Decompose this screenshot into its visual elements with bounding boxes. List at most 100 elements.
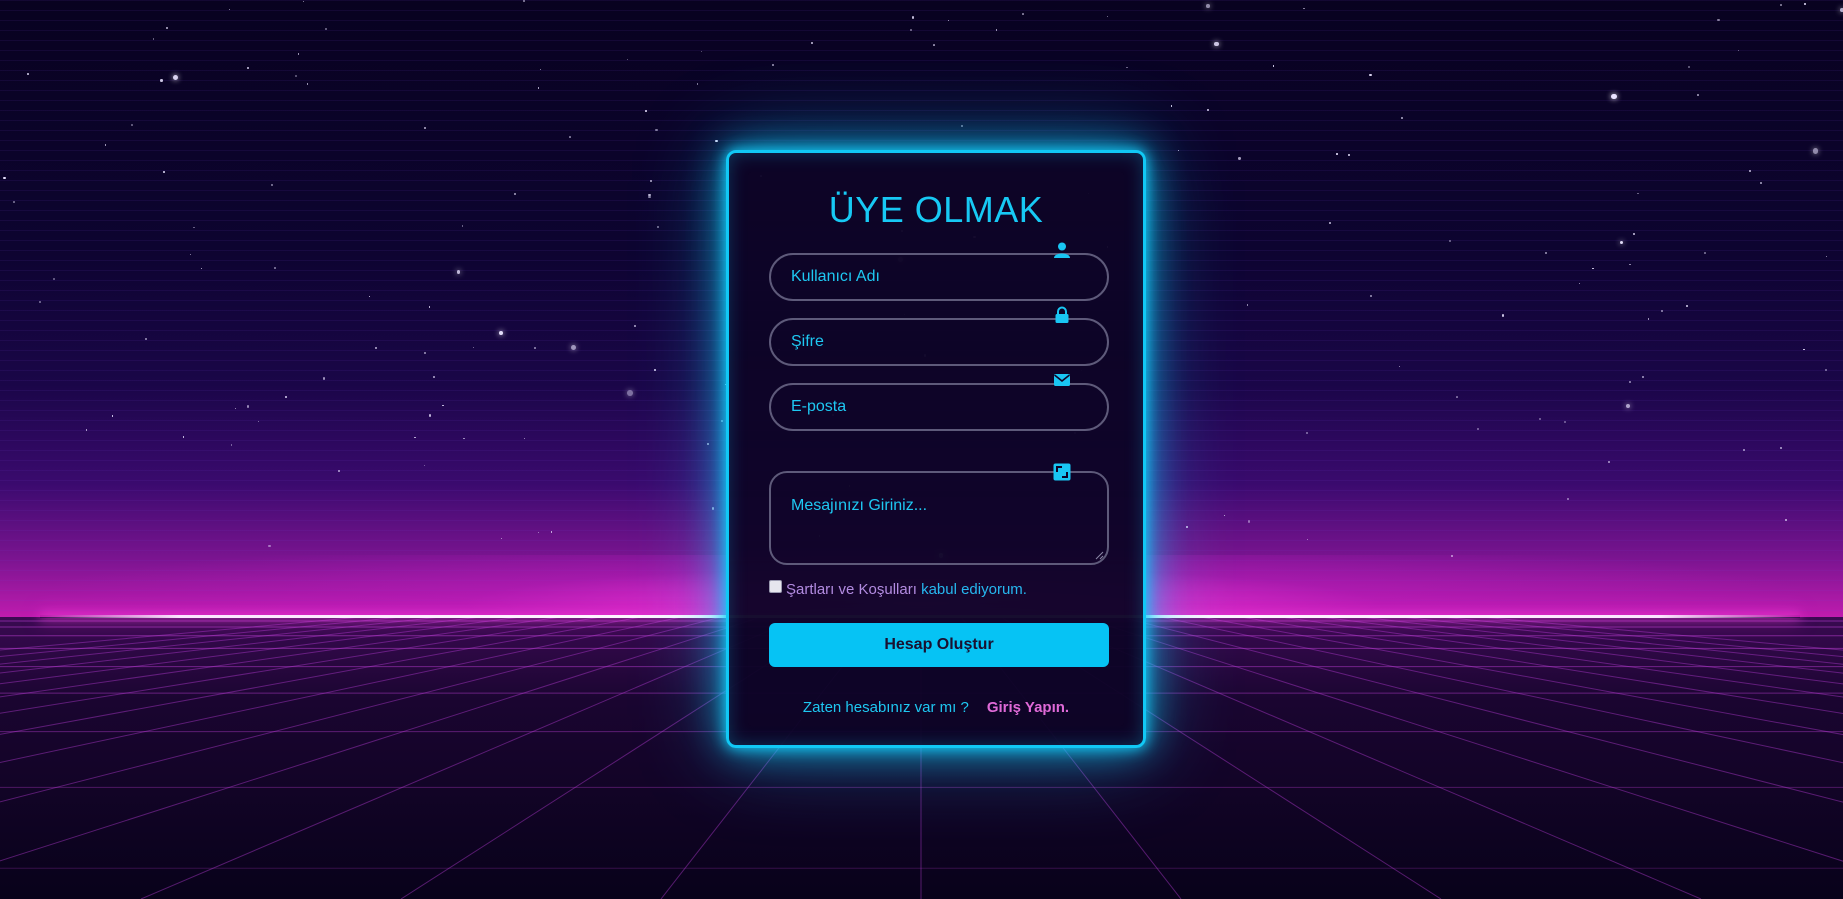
footer-row: Zaten hesabınız var mı ? Giriş Yapın. [729,699,1143,716]
email-field[interactable]: E-posta [769,374,1109,431]
star [1369,295,1372,298]
register-card: ÜYE OLMAK Kullanıcı Adı Şifre E-posta Me… [726,150,1146,748]
form-title: ÜYE OLMAK [828,189,1044,230]
grid-line [140,617,802,899]
star [1303,7,1305,9]
star [271,184,273,186]
star [711,507,715,510]
star [375,347,377,349]
star [257,420,259,422]
grid-line [1280,617,1843,698]
star [423,465,425,467]
star [166,26,169,29]
username-field[interactable]: Kullanıcı Adı [769,242,1109,301]
grid-line [0,617,442,665]
envelope-icon [1054,374,1070,386]
grid-line [0,617,402,658]
grid-line [1080,617,1843,862]
terms-link[interactable]: kabul ediyorum. [921,581,1027,598]
grid-line [1440,617,1843,658]
star [1703,251,1706,254]
star [627,389,633,396]
star [645,109,648,112]
star [1246,304,1248,306]
star [1306,538,1309,541]
star [1687,65,1690,68]
star [499,330,503,335]
star [1780,447,1782,449]
star [268,544,271,547]
star [414,436,416,439]
star [1743,449,1745,451]
star [1185,525,1188,528]
password-placeholder: Şifre [791,333,824,350]
star [1170,105,1172,107]
star [152,38,155,40]
star [1501,314,1505,317]
star [182,436,185,438]
star [569,135,572,138]
star [570,344,576,350]
star [131,124,133,126]
star [1563,420,1566,423]
star [274,266,277,269]
star [144,337,147,341]
star [700,50,702,52]
star [1369,73,1372,76]
star [85,429,88,431]
star [1717,18,1720,22]
star [160,79,163,82]
star [534,346,536,349]
star [284,395,287,398]
grid-line [0,617,682,763]
star [1398,365,1400,367]
star [550,531,552,533]
grid-line [0,617,722,803]
star [337,470,340,473]
star [442,404,444,407]
star [12,201,15,204]
resize-grip-icon[interactable] [1095,551,1104,560]
terms-text: Şartları ve Koşulları [786,581,922,598]
grid-line [0,617,362,651]
star [911,16,914,19]
star [1619,240,1624,245]
grid-line [0,617,562,698]
star [1611,93,1617,100]
star [368,295,370,297]
grid-line [1120,617,1843,803]
grid-line [1320,617,1843,685]
star [995,29,998,31]
star [428,306,430,308]
user-icon [1054,242,1070,258]
star [423,126,427,129]
star [933,43,936,46]
grid-line [1240,617,1843,714]
terms-checkbox[interactable] [769,580,782,593]
star [26,72,29,75]
footer-question: Zaten hesabınız var mı ? [802,699,969,716]
star [706,442,709,446]
email-placeholder: E-posta [791,398,847,415]
expand-icon [1053,463,1071,481]
star [1779,4,1782,7]
star [1238,157,1241,160]
star [297,53,300,55]
star [1022,13,1024,16]
terms-row: Şartları ve Koşulları kabul ediyorum. [769,580,1027,598]
star [1760,181,1763,184]
grid-line [1480,617,1843,651]
star [1206,4,1210,8]
create-account-button[interactable]: Hesap Oluştur [769,623,1109,667]
star [38,300,41,304]
lock-icon [1055,306,1069,323]
login-link[interactable]: Giriş Yapın. [987,699,1069,716]
star [200,267,202,269]
message-textarea[interactable]: Mesajınızı Giriniz... [769,463,1109,565]
message-placeholder: Mesajınızı Giriniz... [791,497,928,514]
star [715,139,718,143]
star [1545,252,1547,254]
password-field[interactable]: Şifre [769,306,1109,366]
username-placeholder: Kullanıcı Adı [791,268,880,285]
star [626,58,628,60]
